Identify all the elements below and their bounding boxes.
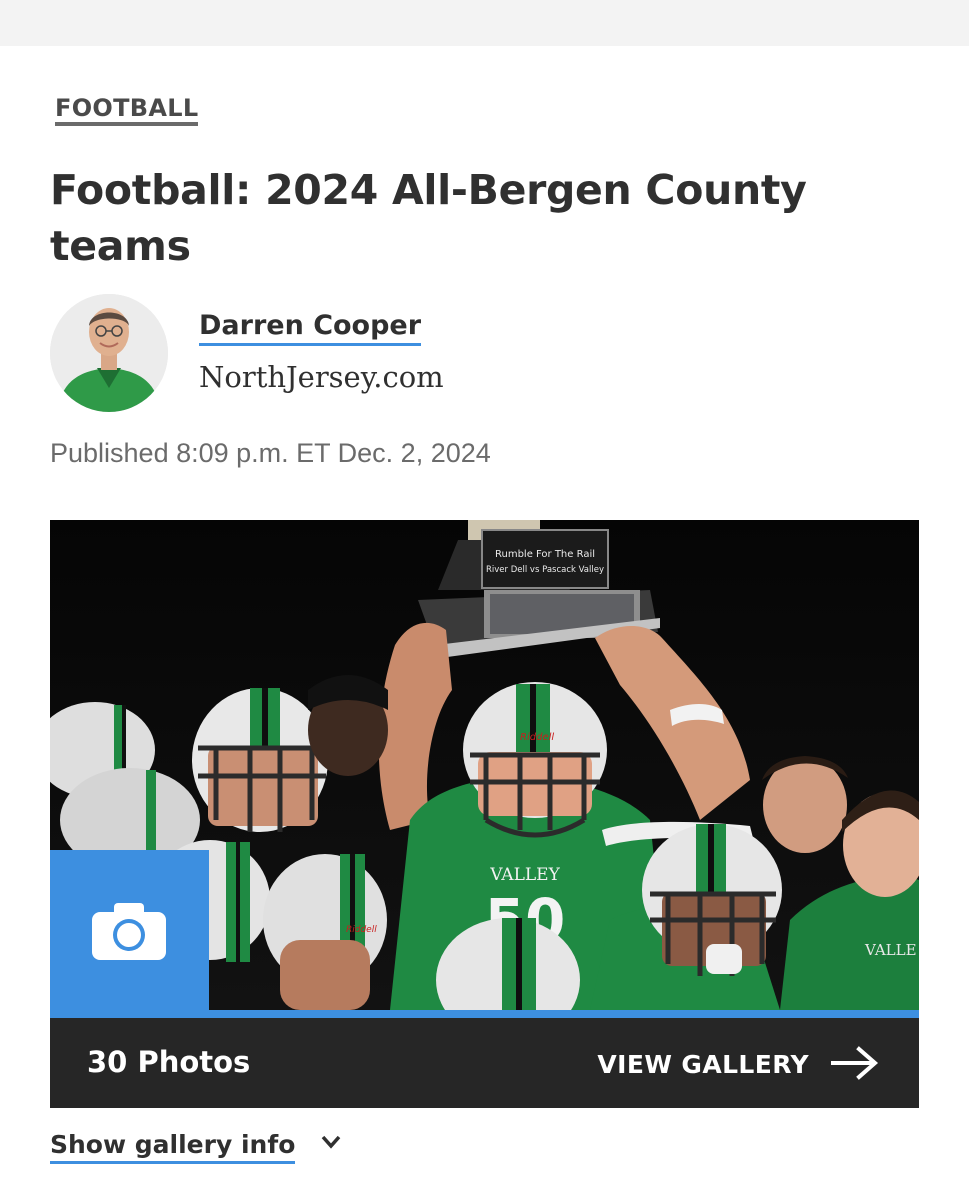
show-gallery-info-link[interactable]: Show gallery info bbox=[50, 1129, 296, 1164]
article-headline: Football: 2024 All-Bergen County teams bbox=[50, 166, 807, 270]
section-label[interactable]: FOOTBALL bbox=[55, 95, 199, 126]
helmet-lower-left: Riddell bbox=[263, 854, 387, 1010]
helmet-brand-center: Riddell bbox=[520, 732, 554, 743]
author-name-link[interactable]: Darren Cooper bbox=[199, 309, 422, 346]
trophy-plate-line1: Rumble For The Rail bbox=[495, 549, 595, 560]
gallery-bar[interactable]: 30 Photos VIEW GALLERY bbox=[50, 1018, 919, 1108]
author-avatar[interactable] bbox=[50, 294, 168, 412]
trophy-plate-line2: River Dell vs Pascack Valley bbox=[486, 565, 604, 575]
published-date: Published 8:09 p.m. ET Dec. 2, 2024 bbox=[50, 438, 491, 468]
helmet-right bbox=[642, 824, 782, 976]
arrow-right-icon[interactable] bbox=[831, 1046, 879, 1080]
chevron-down-icon[interactable] bbox=[320, 1134, 342, 1150]
top-bar bbox=[0, 0, 969, 46]
jersey-text: VALLEY bbox=[489, 865, 560, 885]
helmet-center: Riddell bbox=[463, 682, 607, 838]
helmet-brand-left: Riddell bbox=[346, 925, 377, 935]
author-photo bbox=[50, 294, 168, 412]
photo-gallery[interactable]: Rumble For The Rail River Dell vs Pascac… bbox=[50, 520, 919, 1108]
author-outlet: NorthJersey.com bbox=[199, 360, 444, 394]
jersey-text-right: VALLE bbox=[864, 941, 917, 959]
gallery-camera-button[interactable] bbox=[50, 850, 209, 1018]
camera-icon bbox=[92, 903, 166, 960]
photo-count: 30 Photos bbox=[87, 1045, 251, 1079]
helmet-player-left bbox=[192, 688, 328, 832]
view-gallery-button[interactable]: VIEW GALLERY bbox=[597, 1048, 809, 1082]
